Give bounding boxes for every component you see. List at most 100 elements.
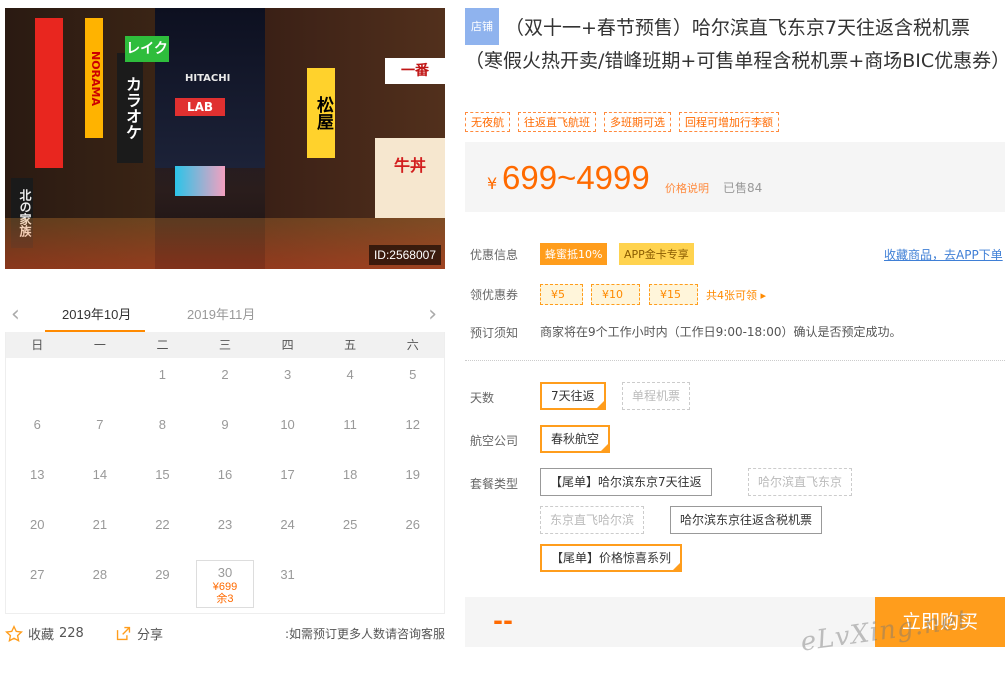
calendar-day[interactable]: 30 ¥699 余3 [195,560,255,608]
calendar-day: 13 [6,458,69,508]
weekday-wed: 三 [219,338,232,352]
product-title: （双十一+春节预售）哈尔滨直飞东京7天往返含税机票（寒假火热开卖/错峰班期+可售… [465,17,1006,72]
coupon-5[interactable]: ¥5 [540,284,583,305]
favorite-go-app-link[interactable]: 收藏商品，去APP下单 [884,246,1003,263]
shop-badge[interactable]: 店铺 [465,8,499,45]
coupon-10[interactable]: ¥10 [591,284,640,305]
option-package-tail-7day[interactable]: 【尾单】哈尔滨东京7天往返 [540,468,712,496]
calendar-day-number: 25 [342,517,358,532]
photo-sign-red [35,18,63,168]
calendar-day: 16 [194,458,257,508]
calendar-day-number: 9 [221,417,229,432]
calendar-days: 1 2 3 4 5 6 7 8 9 10 11 12 13 14 15 16 17 18 19 20 21 22 23 24 2… [6,358,444,608]
calendar-day: 18 [319,458,382,508]
calendar-day: 6 [6,408,69,458]
calendar-weekday-header: 日 一 二 三 四 五 六 [6,332,444,358]
calendar-day: 27 [6,558,69,608]
photo-sign-ichiban: 一番 [385,58,445,84]
calendar-day: 21 [69,508,132,558]
weekday-sat: 六 [406,338,419,352]
photo-sign-hitachi: HITACHI [185,73,231,84]
calendar-day-number: 3 [283,367,292,382]
photo-billboard [175,166,225,196]
calendar-blank-cell [6,358,69,408]
calendar-day: 23 [194,508,257,558]
calendar-blank-cell [69,358,132,408]
calendar-day-number: 1 [158,367,167,382]
option-package-tokyo-harbin[interactable]: 东京直飞哈尔滨 [540,506,645,534]
weekday-mon: 一 [93,338,106,352]
calendar-day: 22 [131,508,194,558]
price-currency: ¥ [487,174,498,193]
calendar-day-number: 22 [155,517,170,532]
weekday-fri: 五 [344,338,357,352]
calendar-day-number: 20 [30,517,45,532]
calendar-day-number: 31 [280,567,295,582]
tag: 无夜航 [465,112,510,132]
product-tags: 无夜航 往返直飞航班 多班期可选 回程可增加行李额 [465,112,779,132]
calendar-day: 11 [319,408,382,458]
calendar-day: 19 [381,458,444,508]
calendar-day: 12 [381,408,444,458]
chevron-left-icon[interactable]: ‹ [11,302,20,327]
favorite-count: 228 [59,626,84,641]
calendar-nav: ‹ 2019年10月 2019年11月 › [5,296,445,332]
total-price: -- [493,607,513,635]
photo-sky [155,8,265,168]
product-photo: カラオケ NORAMA 北の家族 レイク HITACHI LAB 松屋 一番 牛… [5,8,445,269]
chevron-right-icon[interactable]: › [428,302,437,327]
calendar-day-number: 15 [155,467,170,482]
booking-notice: 商家将在9个工作小时内（工作日9:00-18:00）确认是否预定成功。 [540,325,902,339]
photo-sign-karaoke: カラオケ [117,53,143,163]
calendar-day-number: 28 [92,567,108,582]
calendar-day-number: 2 [221,367,229,382]
option-days-one-way[interactable]: 单程机票 [622,382,691,410]
option-days-7-roundtrip[interactable]: 7天往返 [540,382,606,410]
photo-sign-lab: LAB [175,98,225,116]
calendar-day-number: 8 [158,417,167,432]
photo-sign-lake: レイク [125,36,169,62]
sold-count: 已售84 [723,181,763,195]
calendar-day: 8 [131,408,194,458]
option-package-harbin-tokyo[interactable]: 哈尔滨直飞东京 [748,468,853,496]
product-header: 店铺 （双十一+春节预售）哈尔滨直飞东京7天往返含税机票（寒假火热开卖/错峰班期+… [465,8,1006,78]
tag: 多班期可选 [604,112,671,132]
share-icon [116,626,131,641]
option-package-roundtrip-tax[interactable]: 哈尔滨东京往返含税机票 [670,506,823,534]
calendar-day-number: 17 [280,467,295,482]
weekday-tue: 二 [156,338,169,352]
calendar-day-number: 10 [280,417,295,432]
left-footer: 收藏 228 分享 :如需预订更多人数请咨询客服 [5,620,445,644]
calendar-day-number: 23 [217,517,233,532]
promo-badge-app-gold: APP金卡专享 [619,243,694,265]
star-icon [5,624,23,642]
calendar-day: 10 [256,408,319,458]
calendar-day: 29 [131,558,194,608]
favorite-label: 收藏 [28,628,55,643]
share-button[interactable]: 分享 [115,624,163,643]
calendar-tab-november[interactable]: 2019年11月 [187,304,255,323]
calendar-day: 15 [131,458,194,508]
option-airline-spring[interactable]: 春秋航空 [540,425,611,453]
price-explanation-link[interactable]: 价格说明 [665,180,709,196]
calendar-day: 14 [69,458,132,508]
calendar-day-price: ¥699 [212,581,238,593]
price-range: 699~4999 [502,159,650,196]
calendar-day-number: 27 [30,567,45,582]
calendar-day-number: 7 [96,417,104,432]
coupon-15[interactable]: ¥15 [649,284,698,305]
coupon-more-link[interactable]: 共4张可领 ▸ [706,287,766,303]
calendar-day-number: 12 [405,417,420,432]
calendar-day: 20 [6,508,69,558]
calendar-day-number: 19 [405,467,420,482]
calendar-day: 17 [256,458,319,508]
photo-sign-matsuya: 松屋 [307,68,335,158]
calendar-day-number: 21 [92,517,108,532]
calendar-day-number: 14 [92,467,108,482]
calendar-day-number: 6 [33,417,41,432]
calendar-tab-october[interactable]: 2019年10月 [62,304,131,323]
option-package-tail-surprise[interactable]: 【尾单】价格惊喜系列 [540,544,683,572]
favorite-button[interactable]: 收藏 228 [5,624,84,643]
calendar-day-remaining: 余3 [216,593,234,605]
calendar-day: 26 [381,508,444,558]
